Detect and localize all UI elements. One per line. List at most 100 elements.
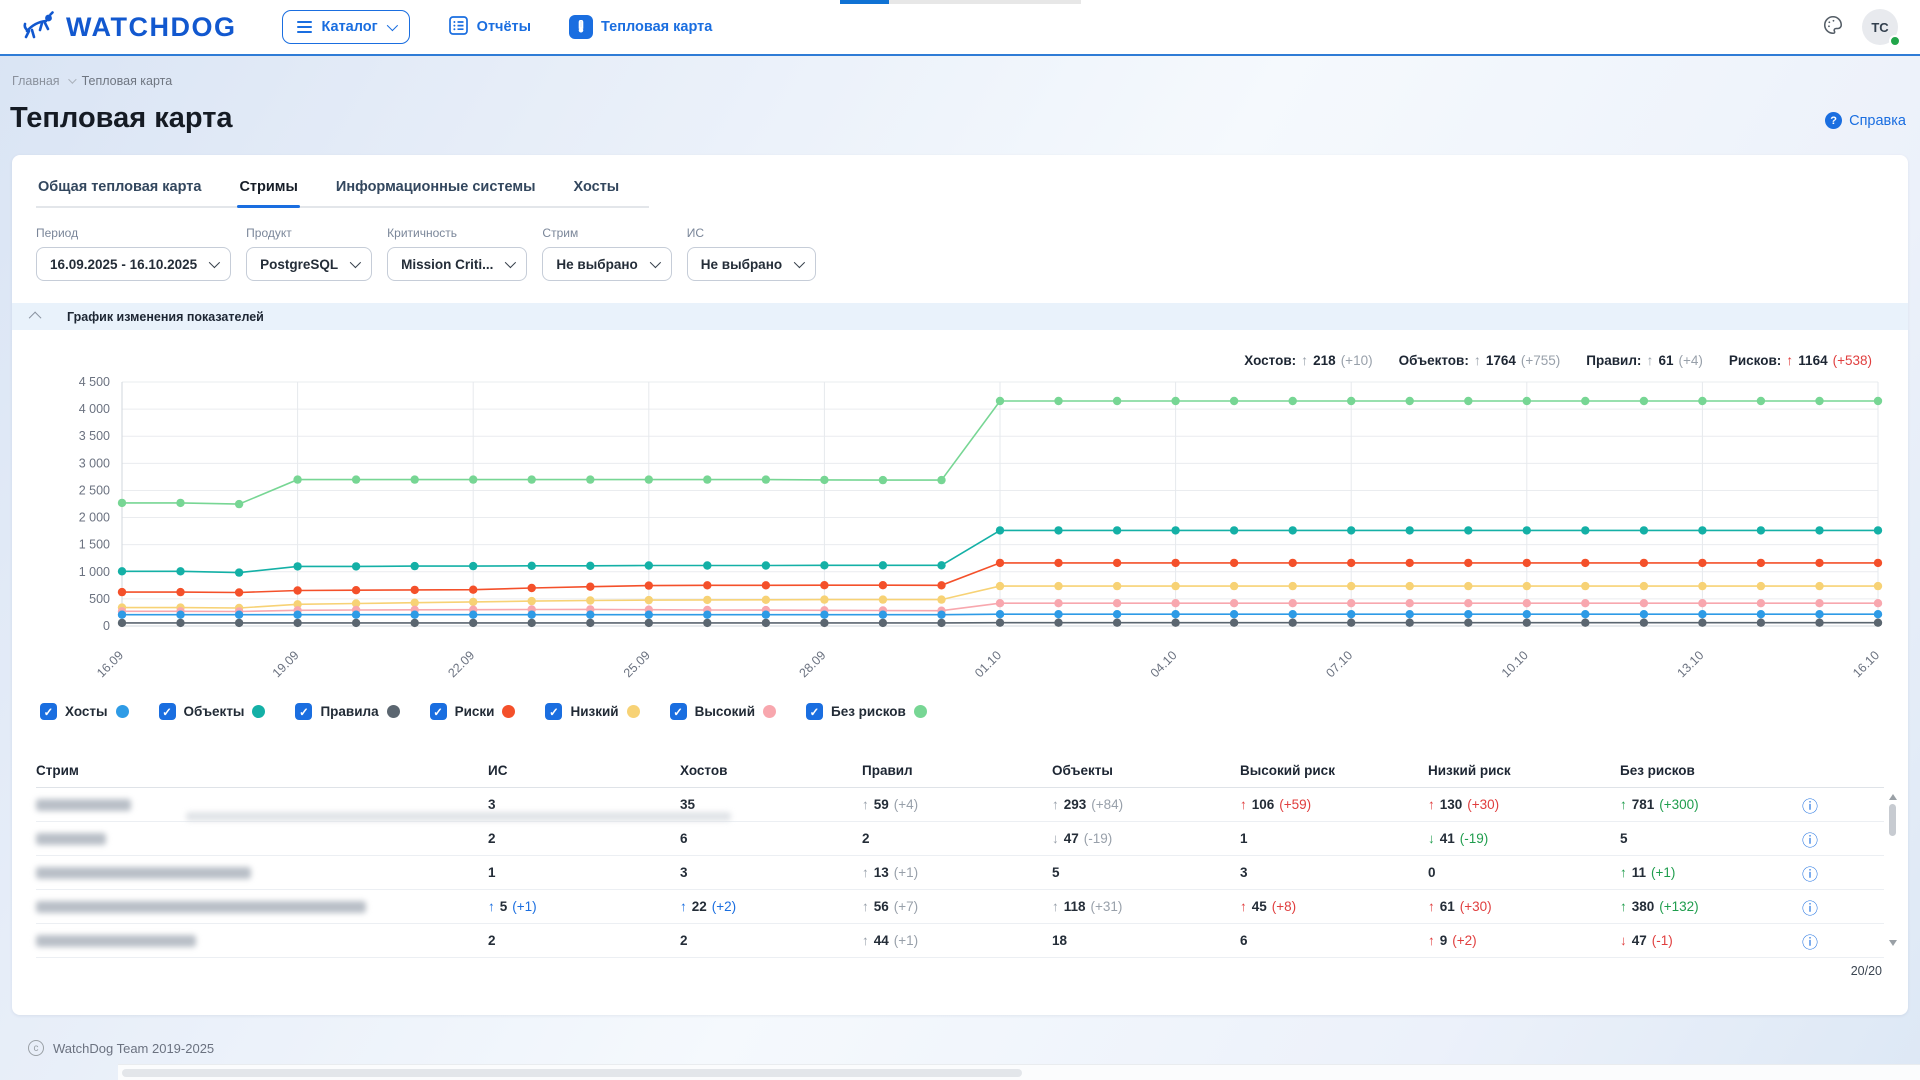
info-icon[interactable]: ⓘ	[1802, 861, 1818, 885]
svg-text:25.09: 25.09	[621, 648, 653, 680]
tab-1[interactable]: Общая тепловая карта	[36, 171, 203, 206]
scroll-up-arrow-icon[interactable]	[1889, 794, 1897, 800]
filter-label: ИС	[687, 226, 816, 240]
cell-Хостов[interactable]: ↑22(+2)	[680, 899, 862, 914]
cell-Правил: 2	[862, 831, 1052, 846]
checkbox-checked-icon[interactable]: ✓	[40, 703, 57, 720]
tab-3[interactable]: Информационные системы	[334, 171, 538, 206]
legend-item-1[interactable]: ✓Хосты	[40, 703, 129, 720]
horizontal-scrollbar-thumb[interactable]	[122, 1069, 1022, 1077]
checkbox-checked-icon[interactable]: ✓	[159, 703, 176, 720]
cell-Низкий риск: ↑130(+30)	[1428, 797, 1620, 812]
trend-down-icon: ↓	[1620, 933, 1627, 948]
metric-value: 47	[1632, 933, 1647, 948]
line-chart: 05001 0001 5002 0002 5003 0003 5004 0004…	[36, 370, 1892, 688]
chart-stats: Хостов:↑218(+10)Объектов:↑1764(+755)Прав…	[36, 352, 1884, 368]
column-header-6: Высокий риск	[1240, 754, 1428, 787]
info-icon[interactable]: ⓘ	[1802, 929, 1818, 953]
stat-1: Хостов:↑218(+10)	[1244, 352, 1372, 368]
chevron-down-icon	[505, 257, 516, 268]
cell-ИС[interactable]: ↑5(+1)	[488, 899, 680, 914]
theme-palette-icon[interactable]	[1822, 14, 1844, 41]
filter-1: Период16.09.2025 - 16.10.2025	[36, 226, 231, 281]
tab-4[interactable]: Хосты	[572, 171, 622, 206]
cell-Хостов[interactable]: 2	[680, 933, 862, 948]
filter-select[interactable]: Не выбрано	[542, 247, 671, 281]
legend-item-2[interactable]: ✓ Объекты	[159, 703, 266, 720]
checkbox-checked-icon[interactable]: ✓	[430, 703, 447, 720]
watchdog-logo[interactable]: WATCHDOG	[22, 11, 236, 44]
checkbox-checked-icon[interactable]: ✓	[295, 703, 312, 720]
info-icon[interactable]: ⓘ	[1802, 793, 1818, 817]
metric-value: 61	[1440, 899, 1455, 914]
trend-up-icon: ↑	[862, 865, 869, 880]
cell-Хостов[interactable]: 35	[680, 797, 862, 812]
stream-name-cell[interactable]	[36, 867, 488, 879]
stream-name-cell[interactable]	[36, 833, 488, 845]
filter-2: ПродуктPostgreSQL	[246, 226, 372, 281]
column-header-1: Стрим	[36, 754, 488, 787]
filter-select[interactable]: PostgreSQL	[246, 247, 372, 281]
cell-ИС[interactable]: 2	[488, 933, 680, 948]
stream-name-redacted	[36, 833, 106, 845]
tab-2[interactable]: Стримы	[237, 171, 299, 206]
nav-item-heatmap-label: Тепловая карта	[601, 19, 712, 35]
help-link[interactable]: ? Справка	[1825, 112, 1906, 129]
nav-item-heatmap[interactable]: Тепловая карта	[569, 15, 712, 39]
legend-item-6[interactable]: ✓Высокий	[670, 703, 776, 720]
metric-value: 3	[488, 797, 496, 812]
stream-name-cell[interactable]	[36, 901, 488, 913]
scrollbar-thumb[interactable]	[1889, 804, 1896, 836]
legend-item-7[interactable]: ✓Без рисков	[806, 703, 927, 720]
legend-item-4[interactable]: ✓Риски	[430, 703, 516, 720]
stream-name-cell[interactable]	[36, 799, 488, 811]
catalog-button[interactable]: Каталог	[282, 10, 409, 44]
cell-ИС[interactable]: 2	[488, 831, 680, 846]
legend-color-dot	[116, 705, 129, 718]
breadcrumb-home[interactable]: Главная	[12, 74, 60, 88]
stat-value: 1164	[1798, 353, 1827, 368]
svg-text:19.09: 19.09	[270, 648, 302, 680]
trend-up-icon: ↑	[1428, 899, 1435, 914]
filter-5: ИС Не выбрано	[687, 226, 816, 281]
stream-name-cell[interactable]	[36, 935, 488, 947]
metric-delta: (+8)	[1272, 899, 1296, 914]
cell-Хостов[interactable]: 6	[680, 831, 862, 846]
help-label: Справка	[1849, 113, 1906, 129]
filter-select[interactable]: Не выбрано	[687, 247, 816, 281]
svg-text:4 000: 4 000	[79, 402, 110, 416]
svg-text:16.10: 16.10	[1850, 648, 1882, 680]
svg-text:3 000: 3 000	[79, 456, 110, 470]
tab-bar: Общая тепловая карта Стримы Информационные…	[36, 171, 649, 208]
scroll-down-arrow-icon[interactable]	[1889, 940, 1897, 946]
checkbox-checked-icon[interactable]: ✓	[670, 703, 687, 720]
cell-ИС[interactable]: 3	[488, 797, 680, 812]
trend-up-icon: ↑	[1240, 899, 1247, 914]
checkbox-checked-icon[interactable]: ✓	[545, 703, 562, 720]
metric-value: 45	[1252, 899, 1267, 914]
table-vertical-scrollbar[interactable]	[1887, 794, 1898, 944]
cell-ИС[interactable]: 1	[488, 865, 680, 880]
collapse-chevron-icon[interactable]	[29, 312, 42, 325]
horizontal-scrollbar[interactable]	[118, 1064, 1920, 1080]
legend-item-3[interactable]: ✓Правила	[295, 703, 399, 720]
metric-delta: (+300)	[1659, 797, 1698, 812]
copyright-icon: c	[28, 1040, 44, 1056]
stat-label: Объектов:	[1399, 353, 1469, 368]
legend-color-dot	[502, 705, 515, 718]
filter-select[interactable]: 16.09.2025 - 16.10.2025	[36, 247, 231, 281]
cell-Без рисков: 5	[1620, 831, 1802, 846]
info-icon[interactable]: ⓘ	[1802, 895, 1818, 919]
user-avatar[interactable]: TC	[1862, 9, 1898, 45]
cell-Правил: ↑56(+7)	[862, 899, 1052, 914]
checkbox-checked-icon[interactable]: ✓	[806, 703, 823, 720]
filter-selected-value: Mission Criti...	[401, 257, 493, 272]
info-icon[interactable]: ⓘ	[1802, 827, 1818, 851]
nav-item-reports[interactable]: Отчёты	[448, 15, 531, 40]
cell-Хостов[interactable]: 3	[680, 865, 862, 880]
legend-item-5[interactable]: ✓Низкий	[545, 703, 639, 720]
metric-value: 2	[680, 933, 688, 948]
legend-label: Объекты	[184, 704, 245, 719]
filter-select[interactable]: Mission Criti...	[387, 247, 527, 281]
page-loading-progressbar	[840, 0, 1081, 4]
